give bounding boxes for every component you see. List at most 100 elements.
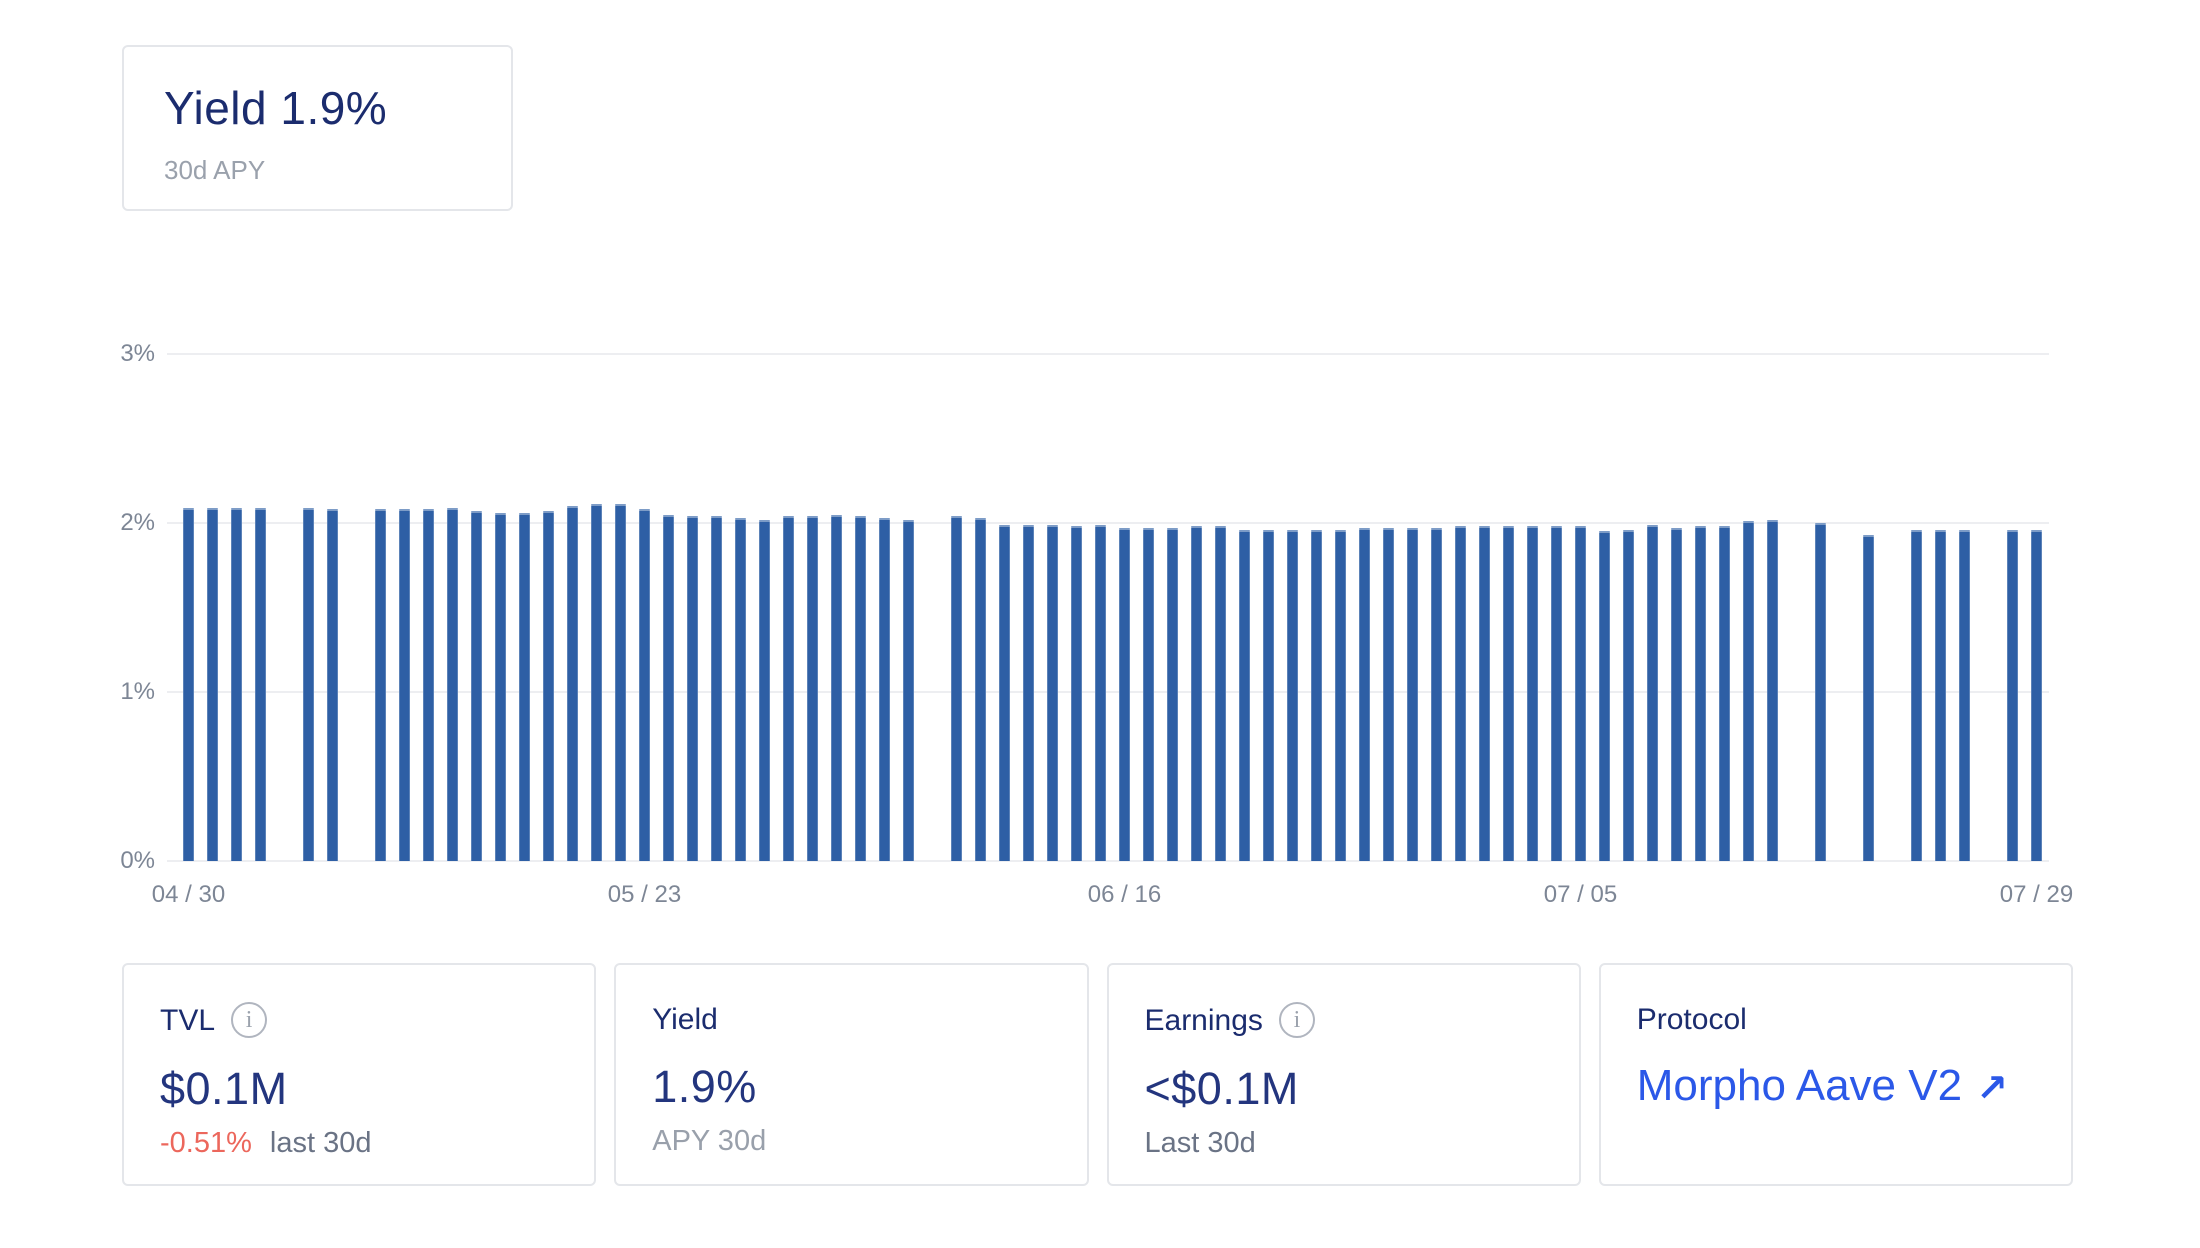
stat-card-label: Yield (652, 1003, 718, 1037)
external-link-arrow-icon: ↗ (1976, 1066, 2008, 1110)
y-tick-label: 3% (55, 342, 155, 366)
bar-slot-39[interactable] (1119, 528, 1130, 861)
bar-slot-6[interactable] (327, 509, 338, 861)
bar-slot-26[interactable] (807, 516, 818, 861)
x-tick-label: 07 / 05 (1544, 881, 1617, 909)
bar-slot-48[interactable] (1335, 530, 1346, 861)
bar-slot-46[interactable] (1287, 530, 1298, 861)
bar-slot-40[interactable] (1143, 528, 1154, 861)
bar-slot-30[interactable] (903, 520, 914, 861)
bar-slot-76[interactable] (2007, 530, 2018, 861)
bar-slot-62[interactable] (1671, 528, 1682, 861)
bar-slot-34[interactable] (999, 525, 1010, 861)
bar-slot-54[interactable] (1479, 526, 1490, 861)
bar-slot-42[interactable] (1191, 526, 1202, 861)
bar-slot-36[interactable] (1047, 525, 1058, 861)
bar-slot-72[interactable] (1911, 530, 1922, 861)
bar-slot-17[interactable] (591, 504, 602, 861)
bar-slot-68[interactable] (1815, 523, 1826, 861)
x-tick-label: 07 / 29 (2000, 881, 2073, 909)
bar-slot-10[interactable] (423, 509, 434, 861)
bar-slot-73[interactable] (1935, 530, 1946, 861)
bar-slot-9[interactable] (399, 509, 410, 861)
bar-slot-8[interactable] (375, 509, 386, 861)
bar-slot-18[interactable] (615, 504, 626, 861)
stat-card-label: Protocol (1637, 1003, 1747, 1037)
bar-slot-16[interactable] (567, 506, 578, 861)
bar-slot-24[interactable] (759, 520, 770, 861)
bar-slot-77[interactable] (2031, 530, 2042, 861)
bar-slot-28[interactable] (855, 516, 866, 861)
bar-slot-22[interactable] (711, 516, 722, 861)
bar-slot-45[interactable] (1263, 530, 1274, 861)
period-label: Last 30d (1145, 1127, 1256, 1160)
bar-slot-65[interactable] (1743, 521, 1754, 861)
bar-slot-57[interactable] (1551, 526, 1562, 861)
bar-slot-50[interactable] (1383, 528, 1394, 861)
bar-slot-55[interactable] (1503, 526, 1514, 861)
protocol-link[interactable]: Morpho Aave V2 ↗ (1637, 1061, 2008, 1111)
y-tick-label: 0% (55, 849, 155, 873)
stat-card-earnings: Earningsi<$0.1MLast 30d (1107, 963, 1581, 1186)
stat-card-subtext: -0.51% last 30d (160, 1127, 558, 1160)
bar-slot-47[interactable] (1311, 530, 1322, 861)
bar-slot-38[interactable] (1095, 525, 1106, 861)
bar-slot-1[interactable] (207, 508, 218, 861)
bar-slot-43[interactable] (1215, 526, 1226, 861)
bar-slot-11[interactable] (447, 508, 458, 861)
bar-slot-0[interactable] (183, 508, 194, 861)
apy-bar-chart: 0%1%2%3% 04 / 3005 / 2306 / 1607 / 0507 … (0, 0, 2200, 960)
gridline-3pct (167, 353, 2049, 355)
bar-slot-59[interactable] (1599, 531, 1610, 861)
bar-slot-27[interactable] (831, 515, 842, 861)
protocol-link-label: Morpho Aave V2 (1637, 1061, 1962, 1111)
bar-slot-3[interactable] (255, 508, 266, 861)
bar-slot-37[interactable] (1071, 526, 1082, 861)
bar-slot-32[interactable] (951, 516, 962, 861)
bar-slot-56[interactable] (1527, 526, 1538, 861)
bar-slot-49[interactable] (1359, 528, 1370, 861)
info-icon[interactable]: i (1279, 1002, 1315, 1038)
bar-slot-66[interactable] (1767, 520, 1778, 861)
stats-row: TVLi$0.1M-0.51%last 30dYield1.9%APY 30dE… (122, 963, 2073, 1186)
x-tick-label: 06 / 16 (1088, 881, 1161, 909)
bar-slot-29[interactable] (879, 518, 890, 861)
bar-slot-63[interactable] (1695, 526, 1706, 861)
period-label: last 30d (270, 1127, 372, 1160)
bar-slot-52[interactable] (1431, 528, 1442, 861)
y-tick-label: 1% (55, 680, 155, 704)
bar-slot-33[interactable] (975, 518, 986, 861)
bar-slot-25[interactable] (783, 516, 794, 861)
bar-slot-21[interactable] (687, 516, 698, 861)
stat-card-value: 1.9% (652, 1061, 1050, 1113)
bar-slot-13[interactable] (495, 513, 506, 861)
bar-slot-58[interactable] (1575, 526, 1586, 861)
stat-card-tvl: TVLi$0.1M-0.51%last 30d (122, 963, 596, 1186)
chart-plot-area (167, 354, 2049, 861)
period-label: APY 30d (652, 1125, 766, 1158)
bar-slot-74[interactable] (1959, 530, 1970, 861)
info-icon[interactable]: i (231, 1002, 267, 1038)
bar-slot-12[interactable] (471, 511, 482, 861)
bar-slot-70[interactable] (1863, 535, 1874, 861)
bar-slot-61[interactable] (1647, 525, 1658, 861)
bar-slot-2[interactable] (231, 508, 242, 861)
bar-slot-5[interactable] (303, 508, 314, 861)
bar-slot-20[interactable] (663, 515, 674, 861)
bar-slot-35[interactable] (1023, 525, 1034, 861)
bar-slot-19[interactable] (639, 509, 650, 861)
bar-slot-41[interactable] (1167, 528, 1178, 861)
bar-slot-14[interactable] (519, 513, 530, 861)
x-tick-label: 05 / 23 (608, 881, 681, 909)
change-percent: -0.51% (160, 1127, 252, 1160)
bar-slot-64[interactable] (1719, 526, 1730, 861)
bar-slot-51[interactable] (1407, 528, 1418, 861)
bar-slot-44[interactable] (1239, 530, 1250, 861)
bar-slot-60[interactable] (1623, 530, 1634, 861)
stat-card-protocol: Protocol Morpho Aave V2 ↗ (1599, 963, 2073, 1186)
bar-slot-53[interactable] (1455, 526, 1466, 861)
bar-slot-15[interactable] (543, 511, 554, 861)
stat-card-subtext: Last 30d (1145, 1127, 1543, 1160)
stat-card-subtext: APY 30d (652, 1125, 1050, 1158)
bar-slot-23[interactable] (735, 518, 746, 861)
